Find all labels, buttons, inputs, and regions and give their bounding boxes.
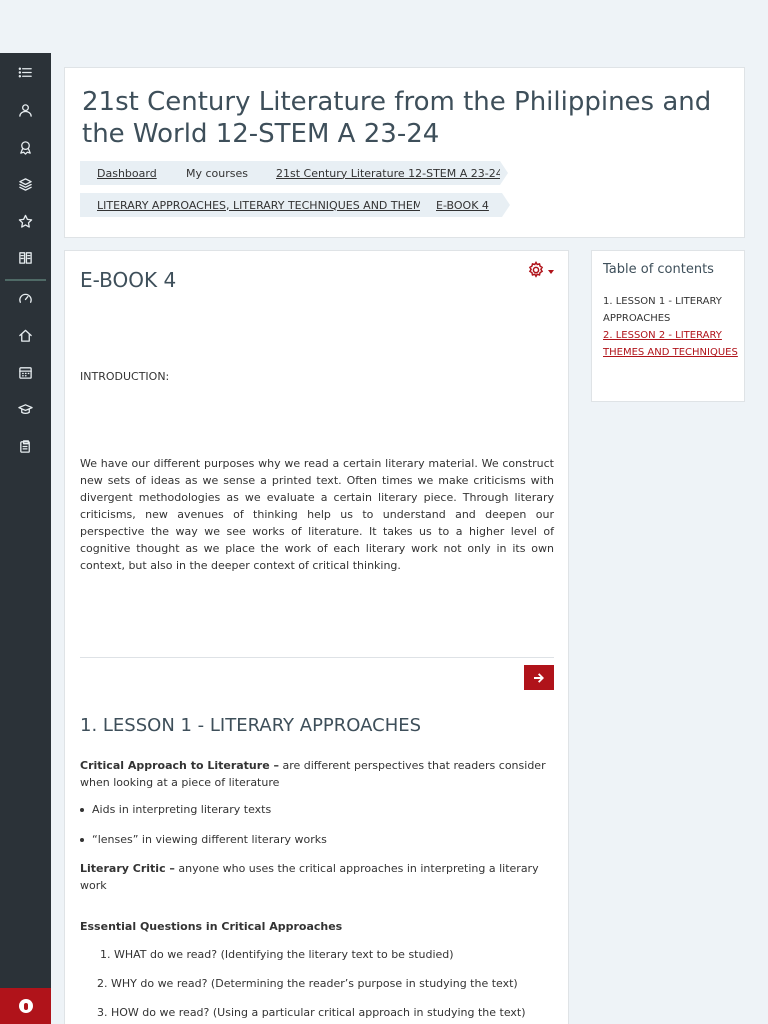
next-chapter-button[interactable]: [524, 665, 554, 690]
list-icon[interactable]: [0, 61, 51, 83]
bullet-icon: [80, 807, 84, 812]
breadcrumb-ebook[interactable]: E-BOOK 4: [420, 193, 510, 217]
list-item: Aids in interpreting literary texts: [80, 803, 271, 816]
ebook-title: E-BOOK 4: [80, 268, 177, 292]
list-item: 3. HOW do we read? (Using a particular c…: [97, 1006, 526, 1019]
intro-paragraph: We have our different purposes why we re…: [80, 457, 554, 572]
breadcrumb-dashboard[interactable]: Dashboard: [80, 161, 178, 185]
list-item: 2. WHY do we read? (Determining the read…: [97, 977, 518, 990]
bullet-text: Aids in interpreting literary texts: [92, 803, 272, 816]
user-group-icon[interactable]: [0, 99, 51, 121]
table-of-contents: Table of contents 1. LESSON 1 - LITERARY…: [591, 250, 745, 402]
home-icon[interactable]: [0, 324, 51, 346]
calendar-icon[interactable]: [0, 361, 51, 383]
chevron-down-icon: [548, 270, 554, 274]
gear-icon: [528, 261, 544, 278]
content-divider: [80, 657, 554, 658]
accessibility-button[interactable]: [0, 988, 51, 1024]
breadcrumb-my-courses: My courses: [170, 161, 268, 185]
clipboard-icon[interactable]: [0, 435, 51, 457]
bullet-icon: [80, 837, 84, 842]
page-title: 21st Century Literature from the Philipp…: [82, 87, 712, 149]
critical-approach-definition: Critical Approach to Literature – are di…: [80, 757, 556, 791]
toc-title: Table of contents: [603, 262, 714, 277]
left-sidebar: [0, 53, 51, 1024]
book-icon[interactable]: [0, 246, 51, 268]
accessibility-icon: [18, 999, 33, 1013]
star-icon[interactable]: [0, 210, 51, 232]
essential-questions-heading: Essential Questions in Critical Approach…: [80, 920, 343, 933]
list-item: “lenses” in viewing different literary w…: [80, 833, 327, 846]
toc-item-lesson-1: 1. LESSON 1 - LITERARY APPROACHES: [603, 296, 722, 324]
breadcrumb-section[interactable]: LITERARY APPROACHES, LITERARY TECHNIQUES…: [80, 193, 436, 217]
lesson-title: 1. LESSON 1 - LITERARY APPROACHES: [80, 715, 422, 736]
sidebar-divider: [5, 279, 46, 281]
book-content: E-BOOK 4 INTRODUCTION: We have our diffe…: [64, 250, 569, 1024]
intro-label: INTRODUCTION:: [80, 370, 170, 383]
settings-menu-button[interactable]: [527, 261, 554, 279]
layers-icon[interactable]: [0, 173, 51, 195]
gauge-icon[interactable]: [0, 287, 51, 309]
bullet-text: “lenses” in viewing different literary w…: [92, 833, 327, 846]
page-header: 21st Century Literature from the Philipp…: [64, 67, 745, 238]
literary-critic-term: Literary Critic –: [80, 862, 175, 875]
critical-approach-term: Critical Approach to Literature –: [80, 759, 279, 772]
literary-critic-definition: Literary Critic – anyone who uses the cr…: [80, 860, 556, 894]
list-item: 1. WHAT do we read? (Identifying the lit…: [100, 948, 454, 961]
toc-item-lesson-2[interactable]: 2. LESSON 2 - LITERARY THEMES AND TECHNI…: [603, 327, 738, 361]
arrow-right-icon: [534, 672, 544, 683]
graduation-cap-icon[interactable]: [0, 398, 51, 420]
badge-icon[interactable]: [0, 136, 51, 158]
breadcrumb-course[interactable]: 21st Century Literature 12-STEM A 23-24: [260, 161, 508, 185]
